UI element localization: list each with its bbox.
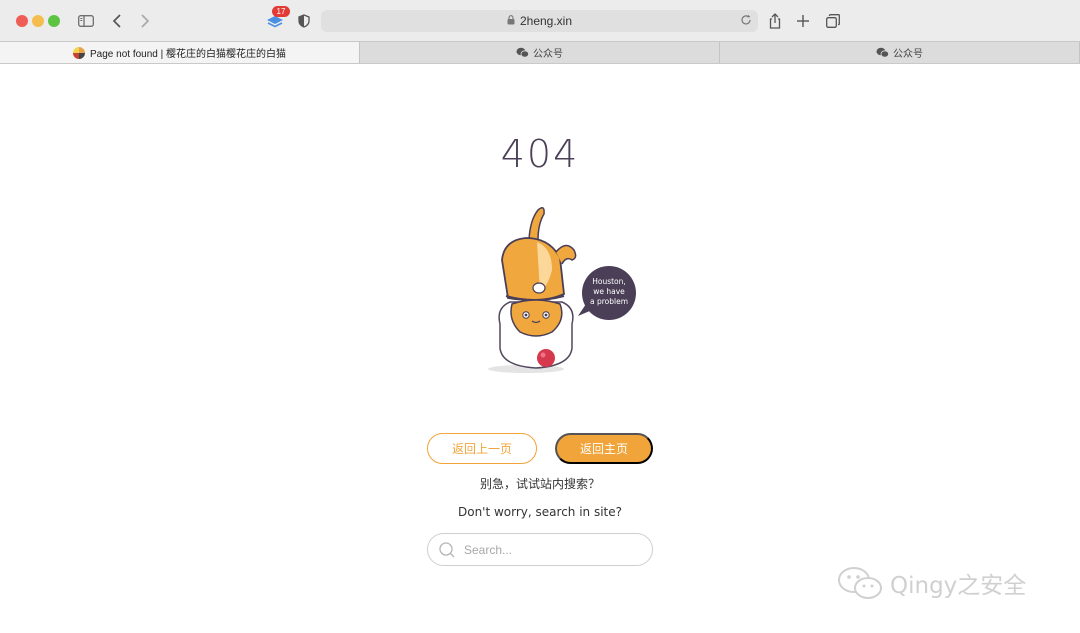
tab-strip: Page not found | 樱花庄的白猫樱花庄的白猫 公众号 公众号 — [0, 41, 1080, 64]
back-icon[interactable] — [106, 10, 128, 32]
sidebar-icon[interactable] — [75, 10, 97, 32]
new-tab-icon[interactable] — [792, 10, 814, 32]
tab-wechat-2[interactable]: 公众号 — [720, 42, 1080, 63]
forward-icon[interactable] — [134, 10, 156, 32]
tab-wechat-1[interactable]: 公众号 — [360, 42, 720, 63]
minimize-window-button[interactable] — [32, 15, 44, 27]
tab-page-not-found[interactable]: Page not found | 樱花庄的白猫樱花庄的白猫 — [0, 42, 360, 63]
close-window-button[interactable] — [16, 15, 28, 27]
search-icon — [439, 541, 455, 558]
speech-bubble-line-1: Houston, — [592, 277, 626, 286]
share-icon[interactable] — [764, 10, 786, 32]
title-bar: 17 2heng.xin — [0, 0, 1080, 41]
search-hint-en: Don't worry, search in site? — [457, 505, 623, 519]
search-input[interactable] — [464, 542, 634, 557]
address-text: 2heng.xin — [519, 14, 573, 28]
speech-bubble-line-3: a problem — [590, 297, 628, 306]
back-button[interactable]: 返回上一页 — [427, 433, 537, 464]
page-content: 404 Houston, we have a problem 返回上一页 返回主… — [0, 64, 1080, 633]
browser-window: 17 2heng.xin Page not found | 樱花庄的白猫樱花庄的… — [0, 0, 1080, 633]
tab-count-badge: 17 — [272, 6, 290, 17]
wechat-icon — [516, 47, 529, 58]
home-button[interactable]: 返回主页 — [555, 433, 653, 464]
zoom-window-button[interactable] — [48, 15, 60, 27]
error-heading: 404 — [500, 132, 580, 176]
site-favicon-icon — [73, 46, 85, 59]
address-bar[interactable]: 2heng.xin — [321, 10, 758, 32]
search-hint-cn: 别急，试试站内搜索？ — [479, 477, 600, 491]
tab-label: 公众号 — [533, 49, 563, 60]
tab-label: 公众号 — [893, 49, 923, 60]
reload-icon[interactable] — [740, 14, 752, 29]
watermark-text: Qingy之安全 — [890, 573, 1027, 599]
wechat-icon — [876, 47, 889, 58]
lock-icon — [507, 14, 515, 28]
speech-bubble-line-2: we have — [593, 287, 625, 296]
watermark: Qingy之安全 — [836, 564, 1026, 602]
tabs-overview-icon[interactable] — [822, 10, 844, 32]
shield-icon[interactable] — [293, 10, 315, 32]
search-box[interactable] — [427, 533, 653, 566]
wechat-icon — [836, 564, 884, 602]
tab-label: Page not found | 樱花庄的白猫樱花庄的白猫 — [90, 49, 286, 60]
cat-in-jar-illustration: Houston, we have a problem — [482, 200, 642, 382]
